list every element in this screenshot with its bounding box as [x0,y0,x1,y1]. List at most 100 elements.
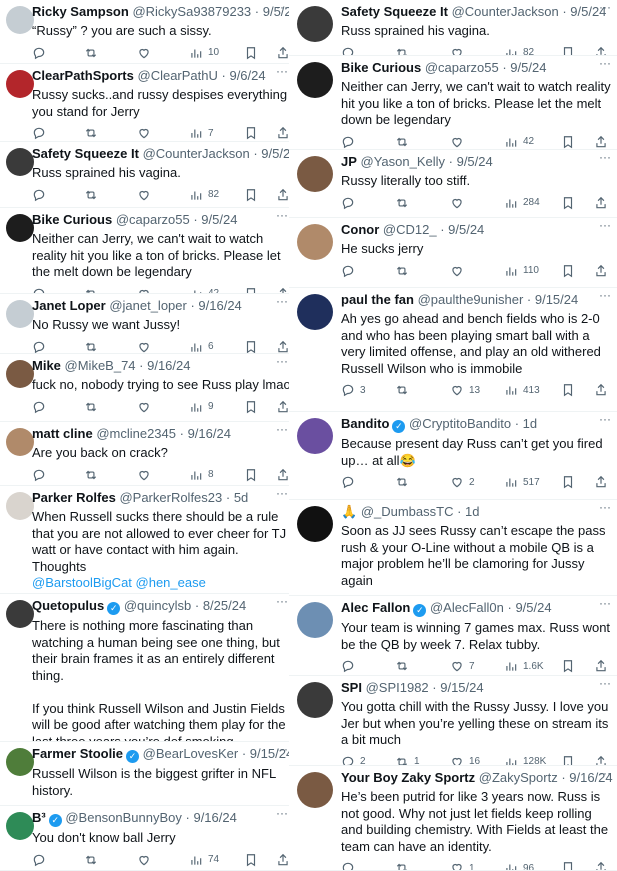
author-name[interactable]: Conor [341,222,379,237]
retweet-button[interactable] [395,46,414,55]
reply-tweet[interactable]: ··· Janet Loper @janet_loper · 9/16/24 No … [0,294,294,354]
bookmark-button[interactable] [244,188,258,202]
share-button[interactable] [276,400,290,414]
like-button[interactable]: 7 [450,659,475,673]
reply-tweet[interactable]: ··· Parker Rolfes @ParkerRolfes23 · 5d Whe… [0,486,294,594]
author-handle[interactable]: @AlecFall0n [430,600,504,615]
author-name[interactable]: paul the fan [341,292,414,307]
author-name[interactable]: Bike Curious [341,60,421,75]
avatar[interactable] [6,748,34,776]
avatar[interactable] [6,360,34,388]
reply-tweet[interactable]: ··· Safety Squeeze It @CounterJackson · 9… [0,142,294,208]
author-handle[interactable]: @ClearPathU [138,68,218,83]
reply-button[interactable] [32,46,51,60]
tweet-date[interactable]: 9/5/24 [201,212,237,227]
share-button[interactable] [594,46,608,55]
reply-tweet[interactable]: ··· Alec Fallon ✓ @AlecFall0n · 9/5/24 Your… [289,596,617,676]
author-handle[interactable]: @paulthe9unisher [418,292,524,307]
reply-button[interactable]: 3 [341,383,366,397]
author-name[interactable]: matt cline [32,426,93,441]
reply-button[interactable] [32,400,51,414]
author-name[interactable]: Ricky Sampson [32,4,129,19]
bookmark-button[interactable] [244,287,258,293]
share-button[interactable] [276,126,290,140]
tweet-date[interactable]: 9/16/24 [569,770,612,785]
tweet-date[interactable]: 9/5/24 [261,146,292,161]
reply-tweet[interactable]: ··· B³ ✓ @BensonBunnyBoy · 9/16/24 You don'… [0,806,294,871]
like-button[interactable]: 2 [450,475,475,489]
author-name[interactable]: ClearPathSports [32,68,134,83]
share-button[interactable] [276,468,290,482]
reply-tweet[interactable]: ··· Ricky Sampson @RickySa93879233 · 9/5/… [0,0,294,64]
views-button[interactable]: 8 [189,468,214,482]
author-handle[interactable]: @BearLovesKer [143,746,239,761]
bookmark-button[interactable] [244,853,258,867]
like-button[interactable] [137,46,156,60]
views-button[interactable]: 82 [189,188,219,202]
author-handle[interactable]: @MikeB_74 [65,358,136,373]
like-button[interactable] [137,287,156,293]
retweet-button[interactable] [84,188,103,202]
views-button[interactable]: 517 [504,475,540,489]
tweet-mentions[interactable]: @BarstoolBigCat @hen_ease @PFTCommenter [32,575,292,593]
avatar[interactable] [6,492,34,520]
avatar[interactable] [297,418,333,454]
views-button[interactable]: 7 [189,126,214,140]
tweet-date[interactable]: 9/6/24 [229,68,265,83]
author-handle[interactable]: @CounterJackson [452,4,559,19]
reply-button[interactable]: 2 [341,755,366,765]
bookmark-button[interactable] [561,861,575,870]
tweet-date[interactable]: 9/5/24 [510,60,546,75]
reply-tweet[interactable]: ··· paul the fan @paulthe9unisher · 9/15/… [289,288,617,412]
reply-tweet[interactable]: ··· 🙏 @_DumbassTC · 1d Soon as JJ sees Rus… [289,500,617,596]
like-button[interactable] [450,46,469,55]
reply-tweet[interactable]: ··· ClearPathSports @ClearPathU · 9/6/24 R… [0,64,294,142]
reply-tweet[interactable]: ··· Farmer Stoolie ✓ @BearLovesKer · 9/15/… [0,742,294,806]
tweet-date[interactable]: 9/16/24 [188,426,231,441]
tweet-date[interactable]: 9/16/24 [193,810,236,825]
bookmark-button[interactable] [244,46,258,60]
bookmark-button[interactable] [561,264,575,278]
bookmark-button[interactable] [561,659,575,673]
reply-tweet[interactable]: ··· Bike Curious @caparzo55 · 9/5/24 Neith… [289,56,617,150]
like-button[interactable] [137,188,156,202]
avatar[interactable] [297,294,333,330]
reply-button[interactable] [341,659,360,673]
author-name[interactable]: Farmer Stoolie [32,746,123,761]
share-button[interactable] [276,46,290,60]
tweet-date[interactable]: 8/25/24 [203,598,246,613]
reply-button[interactable] [32,468,51,482]
avatar[interactable] [297,506,333,542]
tweet-date[interactable]: 9/15/24 [535,292,578,307]
views-button[interactable]: 413 [504,383,540,397]
reply-button[interactable] [341,196,360,210]
tweet-date[interactable]: 9/5/24 [457,154,493,169]
like-button[interactable] [450,196,469,210]
share-button[interactable] [276,287,290,293]
author-handle[interactable]: @ZakySportz [479,770,558,785]
author-name[interactable]: Mike [32,358,61,373]
views-button[interactable]: 9 [189,400,214,414]
author-name[interactable]: B³ [32,810,46,825]
like-button[interactable] [137,853,156,867]
author-handle[interactable]: @quincylsb [124,598,191,613]
tweet-date[interactable]: 9/16/24 [198,298,241,313]
author-handle[interactable]: @CryptitoBandito [409,416,511,431]
author-name[interactable]: Parker Rolfes [32,490,116,505]
tweet-date[interactable]: 9/5/24 [263,4,292,19]
avatar[interactable] [6,428,34,456]
author-handle[interactable]: @mcline2345 [96,426,176,441]
views-button[interactable]: 10 [189,46,219,60]
like-button[interactable] [450,264,469,278]
bookmark-button[interactable] [561,383,575,397]
tweet-date[interactable]: 9/16/24 [147,358,190,373]
like-button[interactable] [450,135,469,149]
share-button[interactable] [594,755,608,765]
avatar[interactable] [297,62,333,98]
tweet-date[interactable]: 9/5/24 [515,600,551,615]
like-button[interactable]: 16 [450,755,480,765]
avatar[interactable] [6,214,34,242]
author-name[interactable]: Bike Curious [32,212,112,227]
share-button[interactable] [594,475,608,489]
reply-tweet[interactable]: ··· Your Boy Zaky Sportz @ZakySportz · 9/… [289,766,617,871]
